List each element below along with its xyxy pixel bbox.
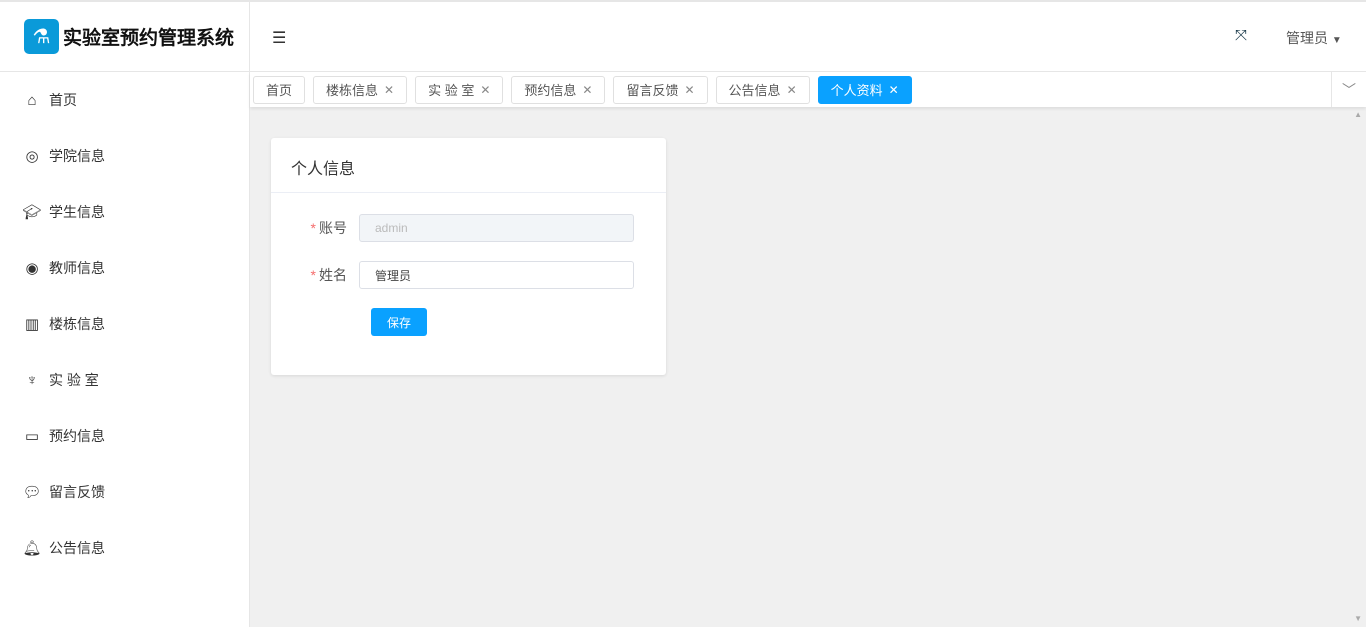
sidebar-item-teacher[interactable]: ◉ 教师信息 xyxy=(0,240,249,296)
account-label-text: 账号 xyxy=(319,220,347,236)
menu-toggle-icon[interactable]: ☰ xyxy=(272,28,286,48)
name-label-text: 姓名 xyxy=(319,267,347,283)
scroll-down-arrow[interactable]: ▼ xyxy=(1354,614,1362,623)
tab-label: 实 验 室 xyxy=(428,83,475,98)
tab-notice[interactable]: 公告信息 ✕ xyxy=(715,75,810,104)
sidebar-item-label: 教师信息 xyxy=(49,260,105,276)
name-row: * 姓名 管理员 xyxy=(271,261,634,289)
sidebar-item-label: 学生信息 xyxy=(49,204,105,220)
profile-card: 个人信息 * 账号 admin * 姓名 管理员 保存 xyxy=(271,138,666,375)
tab-profile[interactable]: 个人资料 ✕ xyxy=(817,75,912,104)
sidebar-item-reservation[interactable]: ▭ 预约信息 xyxy=(0,408,249,464)
tab-feedback[interactable]: 留言反馈 ✕ xyxy=(613,75,708,104)
tab-label: 公告信息 xyxy=(728,83,781,98)
close-icon[interactable]: ✕ xyxy=(889,83,899,97)
sidebar-item-label: 公告信息 xyxy=(49,540,105,556)
name-label: * 姓名 xyxy=(271,265,359,285)
account-row: * 账号 admin xyxy=(271,214,634,242)
close-icon[interactable]: ✕ xyxy=(582,83,592,97)
graduation-cap-icon: 🎓︎ xyxy=(22,204,42,221)
scroll-up-arrow[interactable]: ▲ xyxy=(1354,110,1362,119)
close-icon[interactable]: ✕ xyxy=(684,83,694,97)
tab-label: 留言反馈 xyxy=(626,83,679,98)
account-input: admin xyxy=(359,214,634,242)
lab-icon: ♆ xyxy=(26,371,38,389)
close-icon[interactable]: ✕ xyxy=(787,83,797,97)
tab-label: 首页 xyxy=(266,83,293,98)
app-title: 实验室预约管理系统 xyxy=(63,28,235,49)
building-icon: ▥ xyxy=(24,316,40,333)
save-button[interactable]: 保存 xyxy=(371,308,427,336)
sidebar-item-label: 预约信息 xyxy=(49,428,105,444)
sidebar-item-label: 学院信息 xyxy=(49,148,105,164)
user-dropdown[interactable]: 管理员 ▼ xyxy=(1286,28,1342,48)
tab-bar: 首页 楼栋信息 ✕ 实 验 室 ✕ 预约信息 ✕ 留言反馈 ✕ 公告信息 ✕ 个人资料 ✕ … xyxy=(250,72,1366,107)
required-icon: * xyxy=(310,267,316,283)
tab-reservation[interactable]: 预约信息 ✕ xyxy=(511,75,606,104)
sidebar-item-label: 实 验 室 xyxy=(49,372,99,388)
bell-icon: 🔔︎ xyxy=(22,540,42,557)
header: ☰ ⤧ 管理员 ▼ xyxy=(250,2,1366,72)
close-icon[interactable]: ✕ xyxy=(480,83,490,97)
card-title: 个人信息 xyxy=(271,138,666,193)
user-circle-icon: ◉ xyxy=(25,260,39,277)
sidebar: ⚗ 实验室预约管理系统 ⌂ 首页 ◎ 学院信息 🎓︎ 学生信息 ◉ 教师信息 ▥ 楼栋信息… xyxy=(0,2,250,627)
sidebar-item-lab[interactable]: ♆ 实 验 室 xyxy=(0,352,249,408)
tab-label: 个人资料 xyxy=(830,83,883,98)
required-icon: * xyxy=(310,220,316,236)
sidebar-item-college[interactable]: ◎ 学院信息 xyxy=(0,128,249,184)
sidebar-item-student[interactable]: 🎓︎ 学生信息 xyxy=(0,184,249,240)
id-card-icon: ▭ xyxy=(24,428,40,445)
tab-label: 预约信息 xyxy=(524,83,577,98)
fullscreen-icon[interactable]: ⤧ xyxy=(1235,27,1247,44)
sidebar-item-label: 楼栋信息 xyxy=(49,316,105,332)
logo[interactable]: ⚗ 实验室预约管理系统 xyxy=(0,2,249,72)
sidebar-item-building[interactable]: ▥ 楼栋信息 xyxy=(0,296,249,352)
name-input[interactable]: 管理员 xyxy=(359,261,634,289)
sidebar-item-label: 留言反馈 xyxy=(49,484,105,500)
microscope-icon: ⚗ xyxy=(24,19,59,54)
sidebar-item-label: 首页 xyxy=(49,92,77,108)
close-icon[interactable]: ✕ xyxy=(384,83,394,97)
comment-icon: 💬︎ xyxy=(22,484,42,501)
user-name: 管理员 xyxy=(1286,30,1328,46)
sidebar-item-notice[interactable]: 🔔︎ 公告信息 xyxy=(0,520,249,576)
caret-down-icon: ▼ xyxy=(1331,35,1342,46)
tab-home[interactable]: 首页 xyxy=(253,75,306,104)
tab-building[interactable]: 楼栋信息 ✕ xyxy=(313,75,408,104)
instagram-icon: ◎ xyxy=(25,148,39,165)
sidebar-item-feedback[interactable]: 💬︎ 留言反馈 xyxy=(0,464,249,520)
sidebar-item-home[interactable]: ⌂ 首页 xyxy=(0,72,249,128)
tab-lab[interactable]: 实 验 室 ✕ xyxy=(415,75,504,104)
home-icon: ⌂ xyxy=(27,91,37,109)
chevron-down-icon[interactable]: ﹀ xyxy=(1331,72,1366,107)
tab-label: 楼栋信息 xyxy=(326,83,379,98)
account-label: * 账号 xyxy=(271,218,359,238)
